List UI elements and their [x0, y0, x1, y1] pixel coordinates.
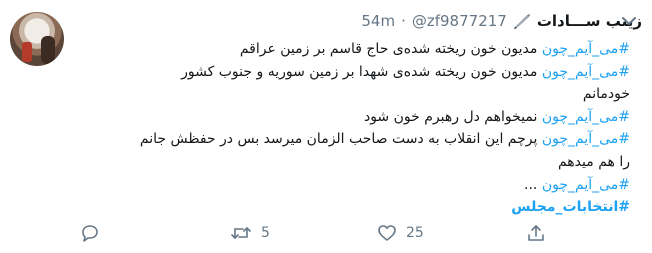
reply-button[interactable]	[80, 222, 100, 244]
tweet-header: زینب ســـادات @zf9877217 · 54m	[361, 9, 642, 33]
line-text: ...	[524, 176, 542, 193]
timestamp[interactable]: 54m	[361, 12, 395, 30]
like-icon	[377, 224, 397, 242]
tweet-line: #می_آیم_چون نمیخواهم دل رهبرم خون شود	[110, 106, 630, 129]
retweet-count: 5	[261, 225, 270, 241]
tweet-card[interactable]: زینب ســـادات @zf9877217 · 54m #می_آیم_چ…	[0, 0, 652, 253]
tweet-line: #انتخابات_مجلس	[110, 196, 630, 219]
retweet-icon	[230, 224, 252, 242]
avatar-flag-shape	[22, 42, 32, 62]
chevron-down-icon[interactable]	[621, 13, 637, 27]
tweet-line: #می_آیم_چون ...	[110, 174, 630, 197]
line-text: را هم میدهم	[557, 153, 630, 170]
line-text: مدیون خون ریخته شده‌ی حاج قاسم بر زمین ع…	[239, 41, 542, 57]
tweet-text: #می_آیم_چون مدیون خون ریخته شده‌ی حاج قا…	[110, 38, 630, 219]
tweet-line: #می_آیم_چون پرچم این انقلاب به دست صاحب …	[110, 128, 630, 151]
like-count: 25	[406, 225, 424, 241]
line-text: نمیخواهم دل رهبرم خون شود	[363, 108, 542, 125]
action-bar: 5 25	[80, 222, 560, 244]
quill-icon	[513, 13, 531, 29]
avatar[interactable]	[10, 12, 64, 66]
retweet-button[interactable]: 5	[230, 222, 270, 244]
tweet-line: #می_آیم_چون مدیون خون ریخته شده‌ی حاج قا…	[110, 38, 630, 61]
avatar-figure-shape	[41, 36, 55, 64]
line-text: مدیون خون ریخته شده‌ی شهدا بر زمین سوریه…	[181, 63, 542, 80]
share-button[interactable]	[526, 222, 546, 244]
hashtag-link[interactable]: #می_آیم_چون	[542, 131, 630, 147]
share-icon	[526, 224, 546, 242]
hashtag-link[interactable]: #می_آیم_چون	[542, 41, 630, 57]
final-hashtag-link[interactable]: #انتخابات_مجلس	[511, 199, 630, 215]
separator-dot: ·	[401, 12, 406, 30]
tweet-line: خودمانم	[110, 83, 630, 106]
tweet-line: را هم میدهم	[110, 151, 630, 174]
hashtag-link[interactable]: #می_آیم_چون	[542, 64, 630, 80]
tweet-line: #می_آیم_چون مدیون خون ریخته شده‌ی شهدا ب…	[110, 61, 630, 84]
user-handle[interactable]: @zf9877217	[412, 12, 507, 30]
line-text: خودمانم	[582, 86, 630, 103]
reply-icon	[80, 224, 100, 242]
line-text: پرچم این انقلاب به دست صاحب الزمان میرسد…	[139, 131, 542, 148]
like-button[interactable]: 25	[377, 222, 424, 244]
hashtag-link[interactable]: #می_آیم_چون	[542, 109, 630, 125]
hashtag-link[interactable]: #می_آیم_چون	[542, 177, 630, 193]
